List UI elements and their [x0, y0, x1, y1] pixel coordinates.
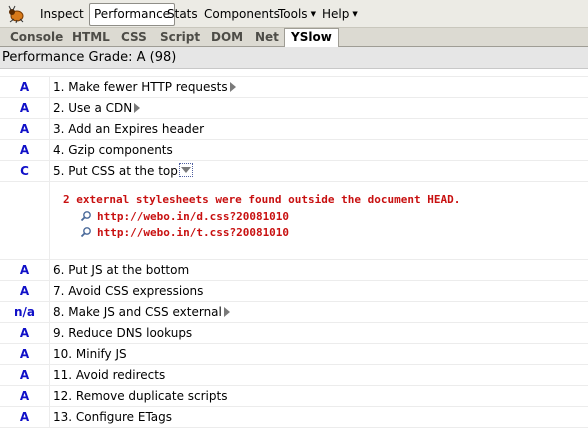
tab-console[interactable]: Console [4, 29, 69, 47]
menu-help[interactable]: Help ▼ [318, 5, 362, 23]
dropdown-arrow-icon: ▼ [310, 10, 316, 18]
rule-grade: A [0, 323, 50, 343]
rule-label[interactable]: 2. Use a CDN [53, 98, 141, 119]
menu-inspect[interactable]: Inspect [36, 5, 88, 23]
menu-tools[interactable]: Tools ▼ [274, 5, 320, 23]
firebug-toolbar: Inspect Performance Stats Components Too… [0, 0, 588, 28]
rule-label: 12. Remove duplicate scripts [53, 389, 228, 403]
rule-grade: A [0, 281, 50, 301]
rule-grade: n/a [0, 302, 50, 322]
rule-text: 1. Make fewer HTTP requests [53, 80, 228, 94]
menu-stats[interactable]: Stats [163, 5, 202, 23]
rule-grade: C [0, 161, 50, 181]
rule-grade: A [0, 140, 50, 160]
rule-row: A 1. Make fewer HTTP requests [0, 77, 588, 98]
rule-label[interactable]: 5. Put CSS at the top [53, 161, 193, 182]
rule-label: 6. Put JS at the bottom [53, 263, 190, 277]
detail-url-link[interactable]: http://webo.in/t.css?20081010 [97, 226, 289, 239]
tab-script[interactable]: Script [154, 29, 206, 47]
rule-label[interactable]: 8. Make JS and CSS external [53, 302, 230, 323]
collapse-arrow-icon[interactable] [178, 163, 193, 177]
rule-label: 7. Avoid CSS expressions [53, 284, 204, 298]
panel-tabs: Console HTML CSS Script DOM Net YSlow [0, 28, 588, 47]
rule-row: A 6. Put JS at the bottom [0, 260, 588, 281]
rule-label: 4. Gzip components [53, 143, 173, 157]
rule-row: A 9. Reduce DNS lookups [0, 323, 588, 344]
menu-help-label: Help [322, 7, 350, 21]
rule-grade: A [0, 77, 50, 97]
magnifier-icon[interactable] [80, 226, 92, 238]
rule-label: 3. Add an Expires header [53, 122, 205, 136]
rule-row: A 7. Avoid CSS expressions [0, 281, 588, 302]
tab-yslow[interactable]: YSlow [284, 28, 339, 47]
rule-grade: A [0, 344, 50, 364]
rule-row: A 3. Add an Expires header [0, 119, 588, 140]
rule-grade: A [0, 386, 50, 406]
rule-label[interactable]: 1. Make fewer HTTP requests [53, 77, 236, 98]
detail-url-link[interactable]: http://webo.in/d.css?20081010 [97, 210, 289, 223]
rule-grade: A [0, 365, 50, 385]
rules-list: A 1. Make fewer HTTP requests A 2. Use a… [0, 69, 588, 428]
rule-detail-panel: 2 external stylesheets were found outsid… [0, 182, 588, 260]
menu-tools-label: Tools [278, 7, 308, 21]
rule-row: n/a 8. Make JS and CSS external [0, 302, 588, 323]
tab-net[interactable]: Net [249, 29, 285, 47]
dropdown-arrow-icon: ▼ [352, 10, 358, 18]
rule-row: A 13. Configure ETags [0, 407, 588, 428]
rule-label: 11. Avoid redirects [53, 368, 166, 382]
rule-row: A 12. Remove duplicate scripts [0, 386, 588, 407]
expand-arrow-icon[interactable] [229, 82, 236, 92]
expand-arrow-icon[interactable] [223, 307, 230, 317]
firebug-icon[interactable] [6, 4, 26, 24]
rule-row: A 10. Minify JS [0, 344, 588, 365]
performance-grade-header: Performance Grade: A (98) [0, 47, 588, 69]
rule-row: C 5. Put CSS at the top [0, 161, 588, 182]
rule-row: A 11. Avoid redirects [0, 365, 588, 386]
magnifier-icon[interactable] [80, 210, 92, 222]
rule-text: 8. Make JS and CSS external [53, 305, 222, 319]
rule-label: 10. Minify JS [53, 347, 127, 361]
rule-label: 13. Configure ETags [53, 410, 173, 424]
rule-text: 5. Put CSS at the top [53, 164, 178, 178]
rule-grade: A [0, 260, 50, 280]
menu-components[interactable]: Components [200, 5, 284, 23]
detail-message: 2 external stylesheets were found outsid… [63, 193, 461, 206]
spacer-row [0, 69, 588, 77]
tab-css[interactable]: CSS [115, 29, 153, 47]
rule-row: A 4. Gzip components [0, 140, 588, 161]
expand-arrow-icon[interactable] [134, 103, 141, 113]
tab-dom[interactable]: DOM [205, 29, 249, 47]
rule-grade: A [0, 98, 50, 118]
rule-row: A 2. Use a CDN [0, 98, 588, 119]
grade-column [0, 182, 50, 259]
rule-grade: A [0, 407, 50, 427]
rule-label: 9. Reduce DNS lookups [53, 326, 193, 340]
rule-text: 2. Use a CDN [53, 101, 133, 115]
tab-html[interactable]: HTML [66, 29, 116, 47]
rule-grade: A [0, 119, 50, 139]
